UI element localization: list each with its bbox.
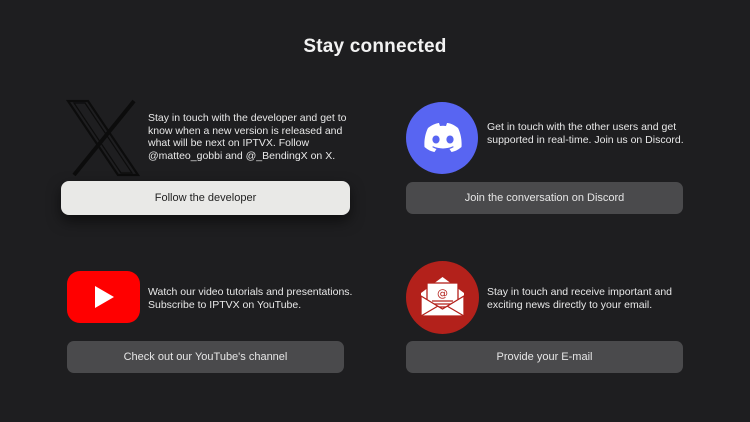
x-description: Stay in touch with the developer and get…	[148, 112, 347, 162]
youtube-description: Watch our video tutorials and presentati…	[148, 286, 353, 311]
svg-text:@: @	[437, 287, 448, 300]
follow-developer-button[interactable]: Follow the developer	[61, 181, 350, 215]
discord-description: Get in touch with the other users and ge…	[487, 121, 684, 146]
x-logo-icon	[65, 99, 141, 177]
provide-email-button[interactable]: Provide your E-mail	[406, 341, 683, 373]
youtube-logo-icon	[67, 271, 140, 323]
discord-logo-icon	[406, 102, 478, 174]
page-title: Stay connected	[303, 36, 447, 57]
youtube-channel-button[interactable]: Check out our YouTube's channel	[67, 341, 344, 373]
email-envelope-icon: @	[406, 261, 479, 334]
join-discord-button[interactable]: Join the conversation on Discord	[406, 182, 683, 214]
email-description: Stay in touch and receive important and …	[487, 286, 673, 311]
stay-connected-screen: Stay connected Stay in touch with the de…	[0, 0, 750, 422]
